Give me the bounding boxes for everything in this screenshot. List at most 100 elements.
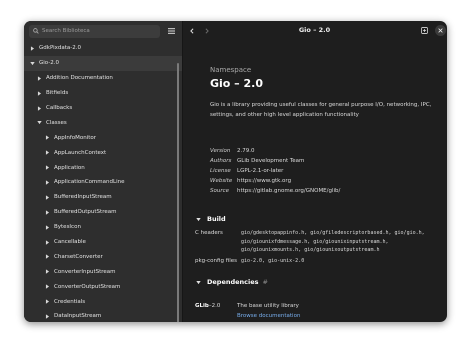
tree-item-label: Bitfields (46, 90, 69, 97)
expander-down-icon[interactable] (36, 120, 42, 126)
tree-item-label: BytesIcon (54, 224, 81, 231)
chevron-left-icon (189, 27, 193, 34)
page-kicker: Namespace (210, 66, 252, 74)
dependencies-heading-label: Dependencies (207, 278, 259, 286)
expander-right-icon[interactable] (36, 90, 42, 96)
tree-item[interactable]: Credentials (24, 294, 182, 309)
tree-item-label: ApplicationCommandLine (54, 179, 125, 186)
dependency-name-text: GLib (195, 303, 209, 309)
tree-item[interactable]: Cancellable (24, 235, 182, 250)
tree-item[interactable]: CharsetConverter (24, 249, 182, 264)
content-pane: Gio – 2.0 Namespace Gio – 2.0 Gio is a l… (182, 21, 447, 322)
new-tab-button[interactable] (419, 25, 430, 36)
dependency-item: GLib–2.0 The base utility library Browse d… (195, 303, 445, 319)
sidebar-header (24, 21, 182, 41)
expander-right-icon[interactable] (44, 254, 50, 260)
tree-item[interactable]: ConverterOutputStream (24, 279, 182, 294)
expander-down-icon (195, 279, 202, 286)
metadata-link[interactable]: https://www.gtk.org (237, 178, 291, 184)
sidebar: GdkPixdata-2.0 Gio-2.0 Addition Documentat… (24, 21, 183, 322)
main-menu-button[interactable] (165, 25, 177, 37)
close-icon (438, 28, 443, 33)
expander-right-icon[interactable] (44, 150, 50, 156)
pkg-config-value: gio-2.0, gio-unix-2.0 (241, 258, 305, 264)
tree-item-label: CharsetConverter (54, 253, 103, 260)
c-headers-label: C headers (195, 230, 223, 236)
tree-item-label: Credentials (54, 298, 86, 305)
tree-item-label: BufferedOutputStream (54, 209, 117, 216)
metadata-row: Website https://www.gtk.org (210, 176, 445, 186)
forward-button[interactable] (201, 25, 212, 36)
tree-item[interactable]: Callbacks (24, 101, 182, 116)
page-description: Gio is a library providing useful classe… (210, 102, 432, 118)
metadata-key: Source (210, 188, 230, 194)
app-window: GdkPixdata-2.0 Gio-2.0 Addition Documentat… (24, 21, 447, 322)
tree-item[interactable]: ConverterInputStream (24, 264, 182, 279)
metadata-row: License LGPL-2.1-or-later (210, 166, 445, 176)
back-button[interactable] (186, 25, 197, 36)
metadata-row: Version 2.79.0 (210, 146, 445, 156)
page-title: Gio – 2.0 (210, 77, 264, 90)
tree-item[interactable]: Application (24, 160, 182, 175)
metadata-link[interactable]: https://gitlab.gnome.org/GNOME/glib/ (237, 188, 340, 194)
metadata-row: Authors GLib Development Team (210, 156, 445, 166)
tree-item[interactable]: Gio-2.0 (24, 55, 182, 71)
window-title: Gio – 2.0 (298, 26, 331, 34)
expander-right-icon[interactable] (44, 135, 50, 141)
tree-item[interactable]: Classes (24, 115, 182, 130)
expander-right-icon[interactable] (44, 299, 50, 305)
tree-item[interactable]: Addition Documentation (24, 71, 182, 86)
tree-item[interactable]: AppLaunchContext (24, 145, 182, 160)
expander-right-icon[interactable] (36, 105, 42, 111)
search-input[interactable] (42, 28, 156, 34)
add-tab-icon (421, 27, 428, 34)
header-bar: Gio – 2.0 (182, 21, 447, 41)
tree-item-label: Callbacks (46, 105, 73, 111)
dependency-version: –2.0 (208, 303, 221, 309)
tree-item[interactable]: AppInfoMonitor (24, 130, 182, 145)
tree-item-label: Gio-2.0 (39, 60, 59, 67)
tree-item[interactable]: BytesIcon (24, 220, 182, 235)
tree-item-label: DataInputStream (54, 313, 102, 320)
build-heading-label: Build (207, 215, 226, 223)
dependencies-heading[interactable]: Dependencies # (195, 278, 268, 286)
tree-item-label: ConverterOutputStream (54, 283, 121, 290)
tree-item[interactable]: GdkPixdata-2.0 (24, 41, 182, 56)
tree-item-label: Cancellable (54, 239, 86, 246)
tree-item[interactable]: Bitfields (24, 86, 182, 101)
metadata-key: Authors (210, 158, 232, 164)
metadata-key: Website (210, 178, 233, 184)
metadata-value: LGPL-2.1-or-later (237, 168, 284, 174)
tree-item[interactable]: BufferedInputStream (24, 190, 182, 205)
expander-down-icon[interactable] (29, 60, 35, 66)
expander-right-icon[interactable] (44, 313, 50, 319)
metadata-list: Version 2.79.0 Authors GLib Development Tea… (210, 146, 445, 196)
close-button[interactable] (435, 25, 446, 36)
expander-right-icon[interactable] (44, 224, 50, 230)
expander-right-icon[interactable] (44, 209, 50, 215)
build-heading[interactable]: Build (195, 215, 226, 223)
expander-right-icon[interactable] (44, 165, 50, 171)
tree-item-label: Classes (46, 119, 67, 126)
expander-right-icon[interactable] (29, 45, 35, 51)
expander-right-icon[interactable] (44, 179, 50, 185)
tree-item[interactable]: DataInputStream (24, 309, 182, 322)
anchor-hash[interactable]: # (263, 278, 268, 286)
expander-right-icon[interactable] (44, 269, 50, 275)
tree-item[interactable]: ApplicationCommandLine (24, 175, 182, 190)
browse-documentation-link[interactable]: Browse documentation (237, 313, 300, 319)
sidebar-scrollbar[interactable] (177, 63, 179, 322)
namespace-tree: GdkPixdata-2.0 Gio-2.0 Addition Documentat… (24, 41, 182, 322)
expander-right-icon[interactable] (44, 239, 50, 245)
tree-item-label: BufferedInputStream (54, 194, 112, 201)
search-box[interactable] (29, 24, 160, 38)
expander-right-icon[interactable] (36, 75, 42, 81)
dependency-description: The base utility library (237, 303, 299, 309)
tree-item-label: ConverterInputStream (54, 268, 116, 275)
dependency-name: GLib–2.0 (195, 303, 220, 309)
tree-item[interactable]: BufferedOutputStream (24, 205, 182, 220)
pkg-config-label: pkg-config files (195, 258, 237, 264)
expander-right-icon[interactable] (44, 284, 50, 290)
tree-item-label: Application (54, 164, 85, 171)
expander-right-icon[interactable] (44, 194, 50, 200)
